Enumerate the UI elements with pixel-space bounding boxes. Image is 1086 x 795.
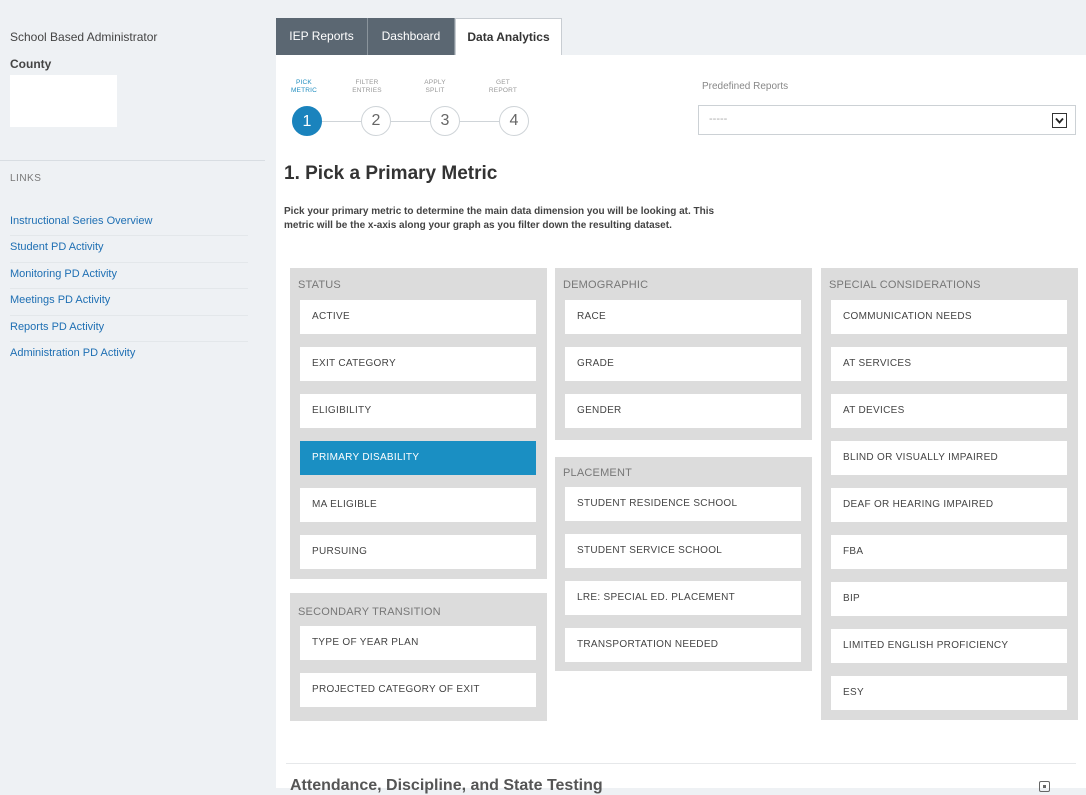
sidebar-links: Instructional Series Overview Student PD… xyxy=(10,210,248,368)
county-logo-placeholder xyxy=(10,75,117,127)
metric-option[interactable]: LIMITED ENGLISH PROFICIENCY xyxy=(831,629,1067,663)
page-title: 1. Pick a Primary Metric xyxy=(284,163,498,184)
metric-option[interactable]: COMMUNICATION NEEDS xyxy=(831,300,1067,334)
metric-option[interactable]: PROJECTED CATEGORY OF EXIT xyxy=(300,673,536,707)
county-label: County xyxy=(10,57,52,71)
expand-icon[interactable] xyxy=(1039,781,1050,792)
step-connector xyxy=(320,121,362,122)
metric-option[interactable]: STUDENT RESIDENCE SCHOOL xyxy=(565,487,801,521)
metric-option[interactable]: BLIND OR VISUALLY IMPAIRED xyxy=(831,441,1067,475)
metric-option[interactable]: EXIT CATEGORY xyxy=(300,347,536,381)
category-special-considerations: SPECIAL CONSIDERATIONS COMMUNICATION NEE… xyxy=(821,268,1078,720)
link-reports-pd-activity[interactable]: Reports PD Activity xyxy=(10,316,248,342)
metric-option[interactable]: MA ELIGIBLE xyxy=(300,488,536,522)
step-1-circle[interactable]: 1 xyxy=(292,106,322,136)
section-title-attendance[interactable]: Attendance, Discipline, and State Testin… xyxy=(290,777,603,795)
metric-option[interactable]: RACE xyxy=(565,300,801,334)
tab-bar: IEP Reports Dashboard Data Analytics xyxy=(276,18,1086,56)
category-title: DEMOGRAPHIC xyxy=(563,279,649,291)
metric-option[interactable]: ESY xyxy=(831,676,1067,710)
category-placement: PLACEMENT STUDENT RESIDENCE SCHOOL STUDE… xyxy=(555,457,812,671)
links-heading: LINKS xyxy=(10,173,42,184)
step-connector xyxy=(460,121,502,122)
data-analytics-content: PICK METRIC FILTER ENTRIES APPLY SPLIT G… xyxy=(276,55,1086,794)
step-4-circle[interactable]: 4 xyxy=(499,106,529,136)
step-3-circle[interactable]: 3 xyxy=(430,106,460,136)
metric-option[interactable]: TRANSPORTATION NEEDED xyxy=(565,628,801,662)
metric-option[interactable]: PURSUING xyxy=(300,535,536,569)
metric-option[interactable]: BIP xyxy=(831,582,1067,616)
category-demographic: DEMOGRAPHIC RACE GRADE GENDER xyxy=(555,268,812,440)
step-label-apply-split: APPLY SPLIT xyxy=(424,79,446,94)
step-label-pick-metric: PICK METRIC xyxy=(290,79,318,94)
page-description: Pick your primary metric to determine th… xyxy=(284,206,715,231)
predefined-reports-value: ----- xyxy=(709,113,728,125)
link-administration-pd-activity[interactable]: Administration PD Activity xyxy=(10,342,248,368)
step-connector xyxy=(390,121,432,122)
metric-option-selected[interactable]: PRIMARY DISABILITY xyxy=(300,441,536,475)
step-label-get-report: GET REPORT xyxy=(488,79,518,94)
tab-dashboard[interactable]: Dashboard xyxy=(368,18,455,55)
category-title: PLACEMENT xyxy=(563,467,633,479)
metric-option[interactable]: GRADE xyxy=(565,347,801,381)
predefined-reports-select[interactable]: ----- xyxy=(698,105,1076,135)
metric-option[interactable]: STUDENT SERVICE SCHOOL xyxy=(565,534,801,568)
sidebar-divider xyxy=(0,160,265,161)
link-student-pd-activity[interactable]: Student PD Activity xyxy=(10,236,248,263)
metric-option[interactable]: LRE: SPECIAL ED. PLACEMENT xyxy=(565,581,801,615)
main-panel: IEP Reports Dashboard Data Analytics PIC… xyxy=(276,18,1086,794)
link-monitoring-pd-activity[interactable]: Monitoring PD Activity xyxy=(10,263,248,290)
category-title: SECONDARY TRANSITION xyxy=(298,606,441,618)
link-instructional-series-overview[interactable]: Instructional Series Overview xyxy=(10,210,248,237)
category-status: STATUS ACTIVE EXIT CATEGORY ELIGIBILITY … xyxy=(290,268,547,579)
category-secondary-transition: SECONDARY TRANSITION TYPE OF YEAR PLAN P… xyxy=(290,593,547,721)
metric-option[interactable]: TYPE OF YEAR PLAN xyxy=(300,626,536,660)
step-2-circle[interactable]: 2 xyxy=(361,106,391,136)
sidebar: School Based Administrator County LINKS … xyxy=(0,0,265,788)
predefined-reports-label: Predefined Reports xyxy=(702,81,789,92)
metric-option[interactable]: ELIGIBILITY xyxy=(300,394,536,428)
metric-option[interactable]: ACTIVE xyxy=(300,300,536,334)
category-title: STATUS xyxy=(298,279,341,291)
user-role: School Based Administrator xyxy=(10,30,158,44)
metric-option[interactable]: AT SERVICES xyxy=(831,347,1067,381)
metric-option[interactable]: FBA xyxy=(831,535,1067,569)
metric-option[interactable]: DEAF OR HEARING IMPAIRED xyxy=(831,488,1067,522)
chevron-down-icon[interactable] xyxy=(1052,113,1067,128)
tab-iep-reports[interactable]: IEP Reports xyxy=(276,18,368,55)
metric-option[interactable]: AT DEVICES xyxy=(831,394,1067,428)
section-divider xyxy=(286,763,1076,764)
category-title: SPECIAL CONSIDERATIONS xyxy=(829,279,981,291)
tab-data-analytics[interactable]: Data Analytics xyxy=(455,18,562,56)
step-label-filter-entries: FILTER ENTRIES xyxy=(352,79,382,94)
metric-option[interactable]: GENDER xyxy=(565,394,801,428)
link-meetings-pd-activity[interactable]: Meetings PD Activity xyxy=(10,289,248,316)
